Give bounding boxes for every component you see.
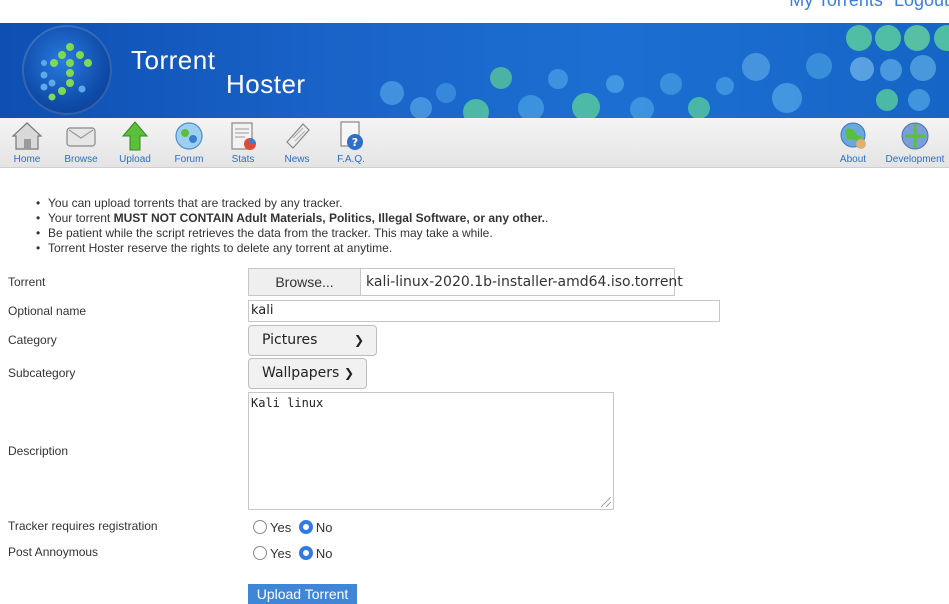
chevron-down-icon: ❯ [343, 366, 354, 380]
list-item: Be patient while the script retrieves th… [36, 226, 548, 241]
browse-button[interactable]: Browse... [249, 269, 361, 295]
nav-development[interactable]: Development [880, 120, 949, 165]
nav-news[interactable]: News [273, 120, 321, 165]
torrent-label: Torrent [8, 275, 46, 289]
logo-icon [22, 25, 112, 115]
anon-no-radio[interactable] [298, 546, 313, 560]
torrent-file-input[interactable]: Browse... kali-linux-2020.1b-installer-a… [248, 268, 683, 296]
upload-torrent-button[interactable]: Upload Torrent [248, 584, 357, 604]
nav-about[interactable]: About [829, 120, 877, 165]
stats-icon [231, 122, 256, 150]
news-icon [286, 123, 310, 149]
browse-icon [66, 127, 96, 147]
development-icon [901, 122, 929, 150]
tracker-registration-label: Tracker requires registration [8, 519, 158, 533]
subcategory-label: Subcategory [8, 366, 76, 380]
faq-icon: ? [340, 121, 363, 150]
description-textarea[interactable]: Kali linux [248, 392, 614, 510]
nav-upload-label: Upload [119, 154, 151, 165]
nav-stats-label: Stats [231, 154, 255, 165]
anon-yes-label: Yes [270, 546, 292, 561]
forum-icon [175, 122, 203, 150]
optional-name-input[interactable]: kali [248, 300, 720, 322]
nav-browse[interactable]: Browse [57, 120, 105, 165]
chevron-down-icon: ❯ [353, 333, 364, 347]
list-item: Your torrent MUST NOT CONTAIN Adult Mate… [36, 211, 548, 226]
tracker-no-label: No [315, 520, 333, 535]
top-links: My Torrents Logout [0, 0, 949, 23]
nav-news-label: News [284, 154, 310, 165]
tracker-yes-radio[interactable] [253, 520, 267, 534]
nav-home-label: Home [13, 154, 41, 165]
nav-forum[interactable]: Forum [165, 120, 213, 165]
category-value: Pictures [262, 332, 318, 348]
about-icon [840, 122, 866, 149]
my-torrents-link[interactable]: My Torrents [789, 0, 883, 10]
nav-bar: Home Browse Upload Forum Stats News ? F.… [0, 118, 949, 168]
category-label: Category [8, 333, 57, 347]
post-anonymous-options: Yes No [253, 546, 336, 561]
nav-browse-label: Browse [64, 154, 98, 165]
nav-about-label: About [839, 154, 867, 165]
home-icon [11, 122, 43, 150]
anon-yes-radio[interactable] [253, 546, 267, 560]
nav-faq-label: F.A.Q. [337, 154, 365, 165]
subcategory-value: Wallpapers [262, 365, 340, 381]
svg-text:?: ? [352, 136, 358, 149]
nav-upload[interactable]: Upload [111, 120, 159, 165]
nav-faq[interactable]: ? F.A.Q. [327, 120, 375, 165]
nav-home[interactable]: Home [3, 120, 51, 165]
logout-link[interactable]: Logout [894, 0, 949, 10]
post-anonymous-label: Post Annoymous [8, 545, 99, 559]
description-text: Kali linux [251, 396, 324, 410]
upload-rules-list: You can upload torrents that are tracked… [36, 196, 548, 256]
tracker-no-radio[interactable] [298, 520, 313, 534]
selected-file-name: kali-linux-2020.1b-installer-amd64.iso.t… [366, 274, 683, 290]
site-title-line1: Torrent [131, 45, 216, 75]
upload-icon [121, 121, 149, 151]
list-item: You can upload torrents that are tracked… [36, 196, 548, 211]
anon-no-label: No [315, 546, 333, 561]
nav-stats[interactable]: Stats [219, 120, 267, 165]
list-item: Torrent Hoster reserve the rights to del… [36, 241, 548, 256]
optional-name-label: Optional name [8, 304, 87, 318]
nav-forum-label: Forum [174, 154, 204, 165]
site-title-line2: Hoster [226, 69, 306, 99]
tracker-yes-label: Yes [270, 520, 292, 535]
description-label: Description [8, 444, 69, 458]
resize-grip-icon[interactable] [601, 497, 611, 507]
category-select[interactable]: Pictures ❯ [248, 325, 377, 356]
tracker-registration-options: Yes No [253, 520, 336, 535]
site-banner: Torrent Hoster [0, 23, 949, 118]
subcategory-select[interactable]: Wallpapers ❯ [248, 358, 367, 389]
nav-development-label: Development [885, 154, 945, 165]
